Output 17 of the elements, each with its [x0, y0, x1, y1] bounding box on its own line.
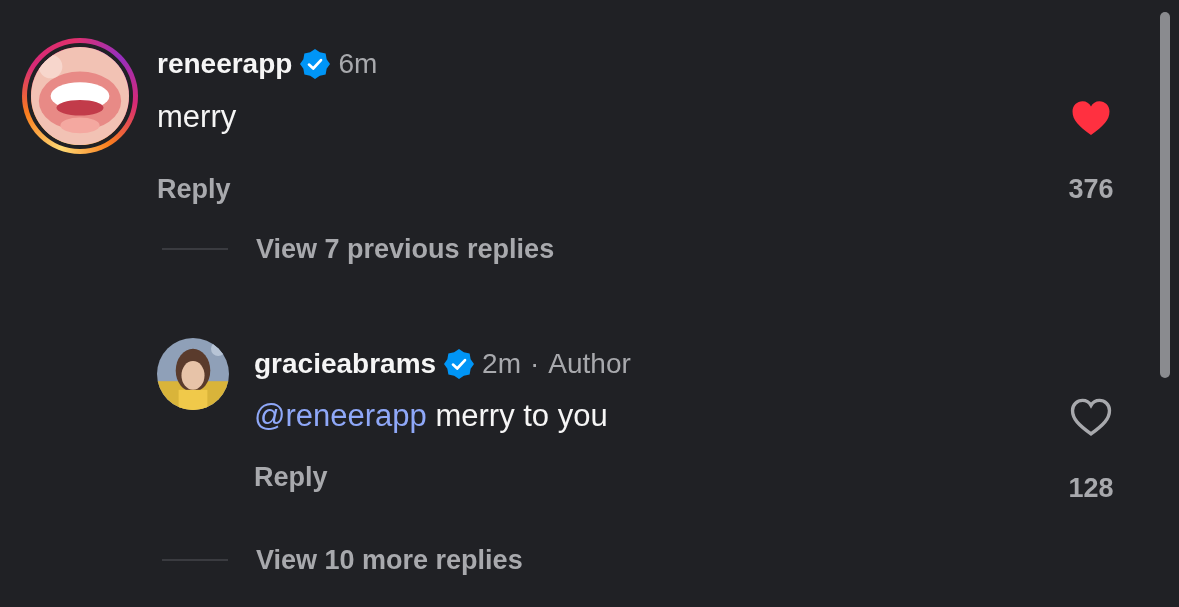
like-count: 128 [1068, 472, 1114, 504]
reply-button[interactable]: Reply [157, 173, 231, 205]
timestamp: 2m [482, 348, 521, 380]
like-count: 376 [1068, 173, 1114, 205]
timestamp: 6m [338, 48, 378, 80]
separator: · [530, 348, 540, 380]
comment-text: @reneerapp merry to you [254, 399, 608, 433]
username[interactable]: reneerapp [157, 48, 293, 80]
reply-button[interactable]: Reply [254, 461, 328, 493]
heart-outline-icon[interactable] [1068, 397, 1114, 439]
username[interactable]: gracieabrams [254, 348, 437, 380]
mention-link[interactable]: @reneerapp [254, 398, 427, 433]
author-label: Author [548, 348, 631, 380]
view-replies-link[interactable]: View 7 previous replies [256, 233, 555, 265]
view-replies-link[interactable]: View 10 more replies [256, 544, 523, 576]
comment-text: merry [157, 100, 237, 134]
scrollbar[interactable] [1160, 12, 1170, 378]
